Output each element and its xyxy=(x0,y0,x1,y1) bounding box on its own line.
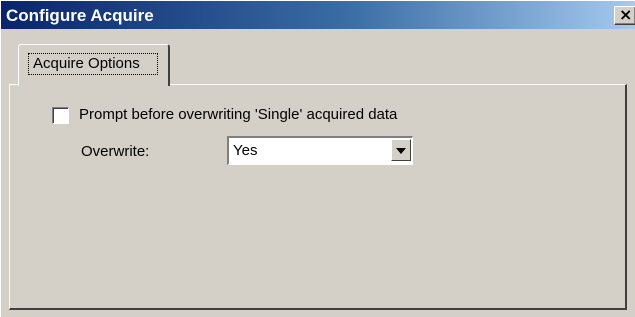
tab-acquire-options[interactable]: Acquire Options xyxy=(18,44,170,86)
prompt-overwrite-label[interactable]: Prompt before overwriting 'Single' acqui… xyxy=(79,106,397,123)
configure-acquire-dialog: Configure Acquire × Acquire Options Prom… xyxy=(0,0,635,317)
close-button[interactable]: × xyxy=(614,6,635,25)
title-bar[interactable]: Configure Acquire × xyxy=(1,1,635,29)
dropdown-button[interactable] xyxy=(391,139,411,161)
overwrite-select[interactable]: Yes xyxy=(227,136,413,165)
chevron-down-icon xyxy=(396,148,406,154)
overwrite-select-value: Yes xyxy=(233,142,258,159)
close-icon: × xyxy=(619,5,633,24)
window-title: Configure Acquire xyxy=(6,6,154,25)
prompt-overwrite-checkbox[interactable] xyxy=(52,107,69,124)
tab-label: Acquire Options xyxy=(33,55,140,72)
overwrite-label: Overwrite: xyxy=(81,143,150,160)
